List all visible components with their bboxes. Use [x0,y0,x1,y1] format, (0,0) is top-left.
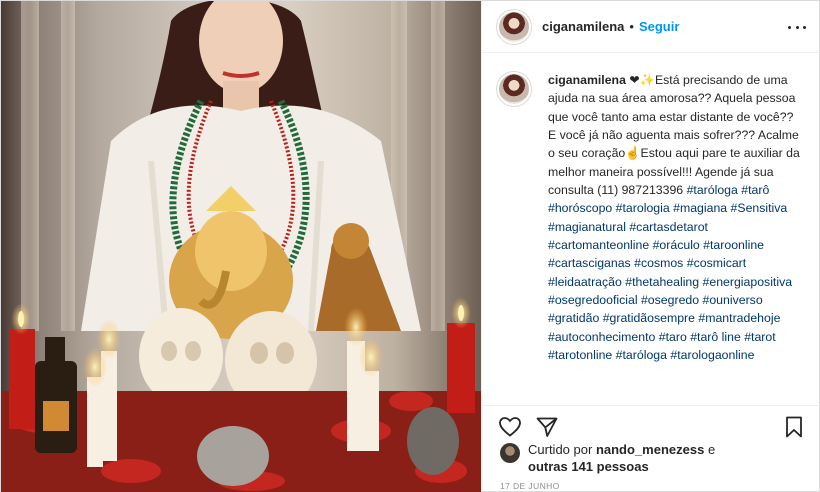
follow-button[interactable]: Seguir [639,19,679,34]
caption-username[interactable]: ciganamilena [548,73,626,87]
paper-plane-icon[interactable] [535,415,559,439]
caption-section: ciganamilena ❤✨️Está precisando de uma a… [482,53,820,405]
likes-connector: e [707,442,716,457]
post-sidebar: ciganamilena • Seguir ciganamilena ❤✨️Es… [481,1,820,492]
likes-prefix: Curtido por [528,442,593,457]
author-avatar[interactable] [496,8,532,45]
likes-summary: Curtido por nando_menezess e outras 141 … [500,441,800,475]
post-photo[interactable] [1,1,481,492]
likes-others-link[interactable]: outras 141 pessoas [528,459,649,474]
caption-text: ciganamilena ❤✨️Está precisando de uma a… [548,71,800,405]
likes-text: Curtido por nando_menezess e outras 141 … [528,441,715,475]
post-header: ciganamilena • Seguir [482,1,820,53]
more-options-icon[interactable] [788,18,806,36]
caption-body: ❤✨️Está precisando de uma ajuda na sua á… [548,73,800,198]
instagram-post: ciganamilena • Seguir ciganamilena ❤✨️Es… [0,0,820,492]
caption-hashtags[interactable]: #taróloga #tarô #horóscopo #tarologia #m… [548,183,792,362]
action-bar [482,405,820,445]
liker-avatar[interactable] [500,443,520,463]
caption-avatar[interactable] [496,71,532,107]
bookmark-icon[interactable] [782,415,806,439]
post-date[interactable]: 17 DE JUNHO [500,481,560,491]
separator-dot: • [629,19,634,34]
liker-username[interactable]: nando_menezess [596,442,704,457]
author-username[interactable]: ciganamilena [542,19,624,34]
photo-illustration [1,1,481,492]
heart-icon[interactable] [498,415,522,439]
